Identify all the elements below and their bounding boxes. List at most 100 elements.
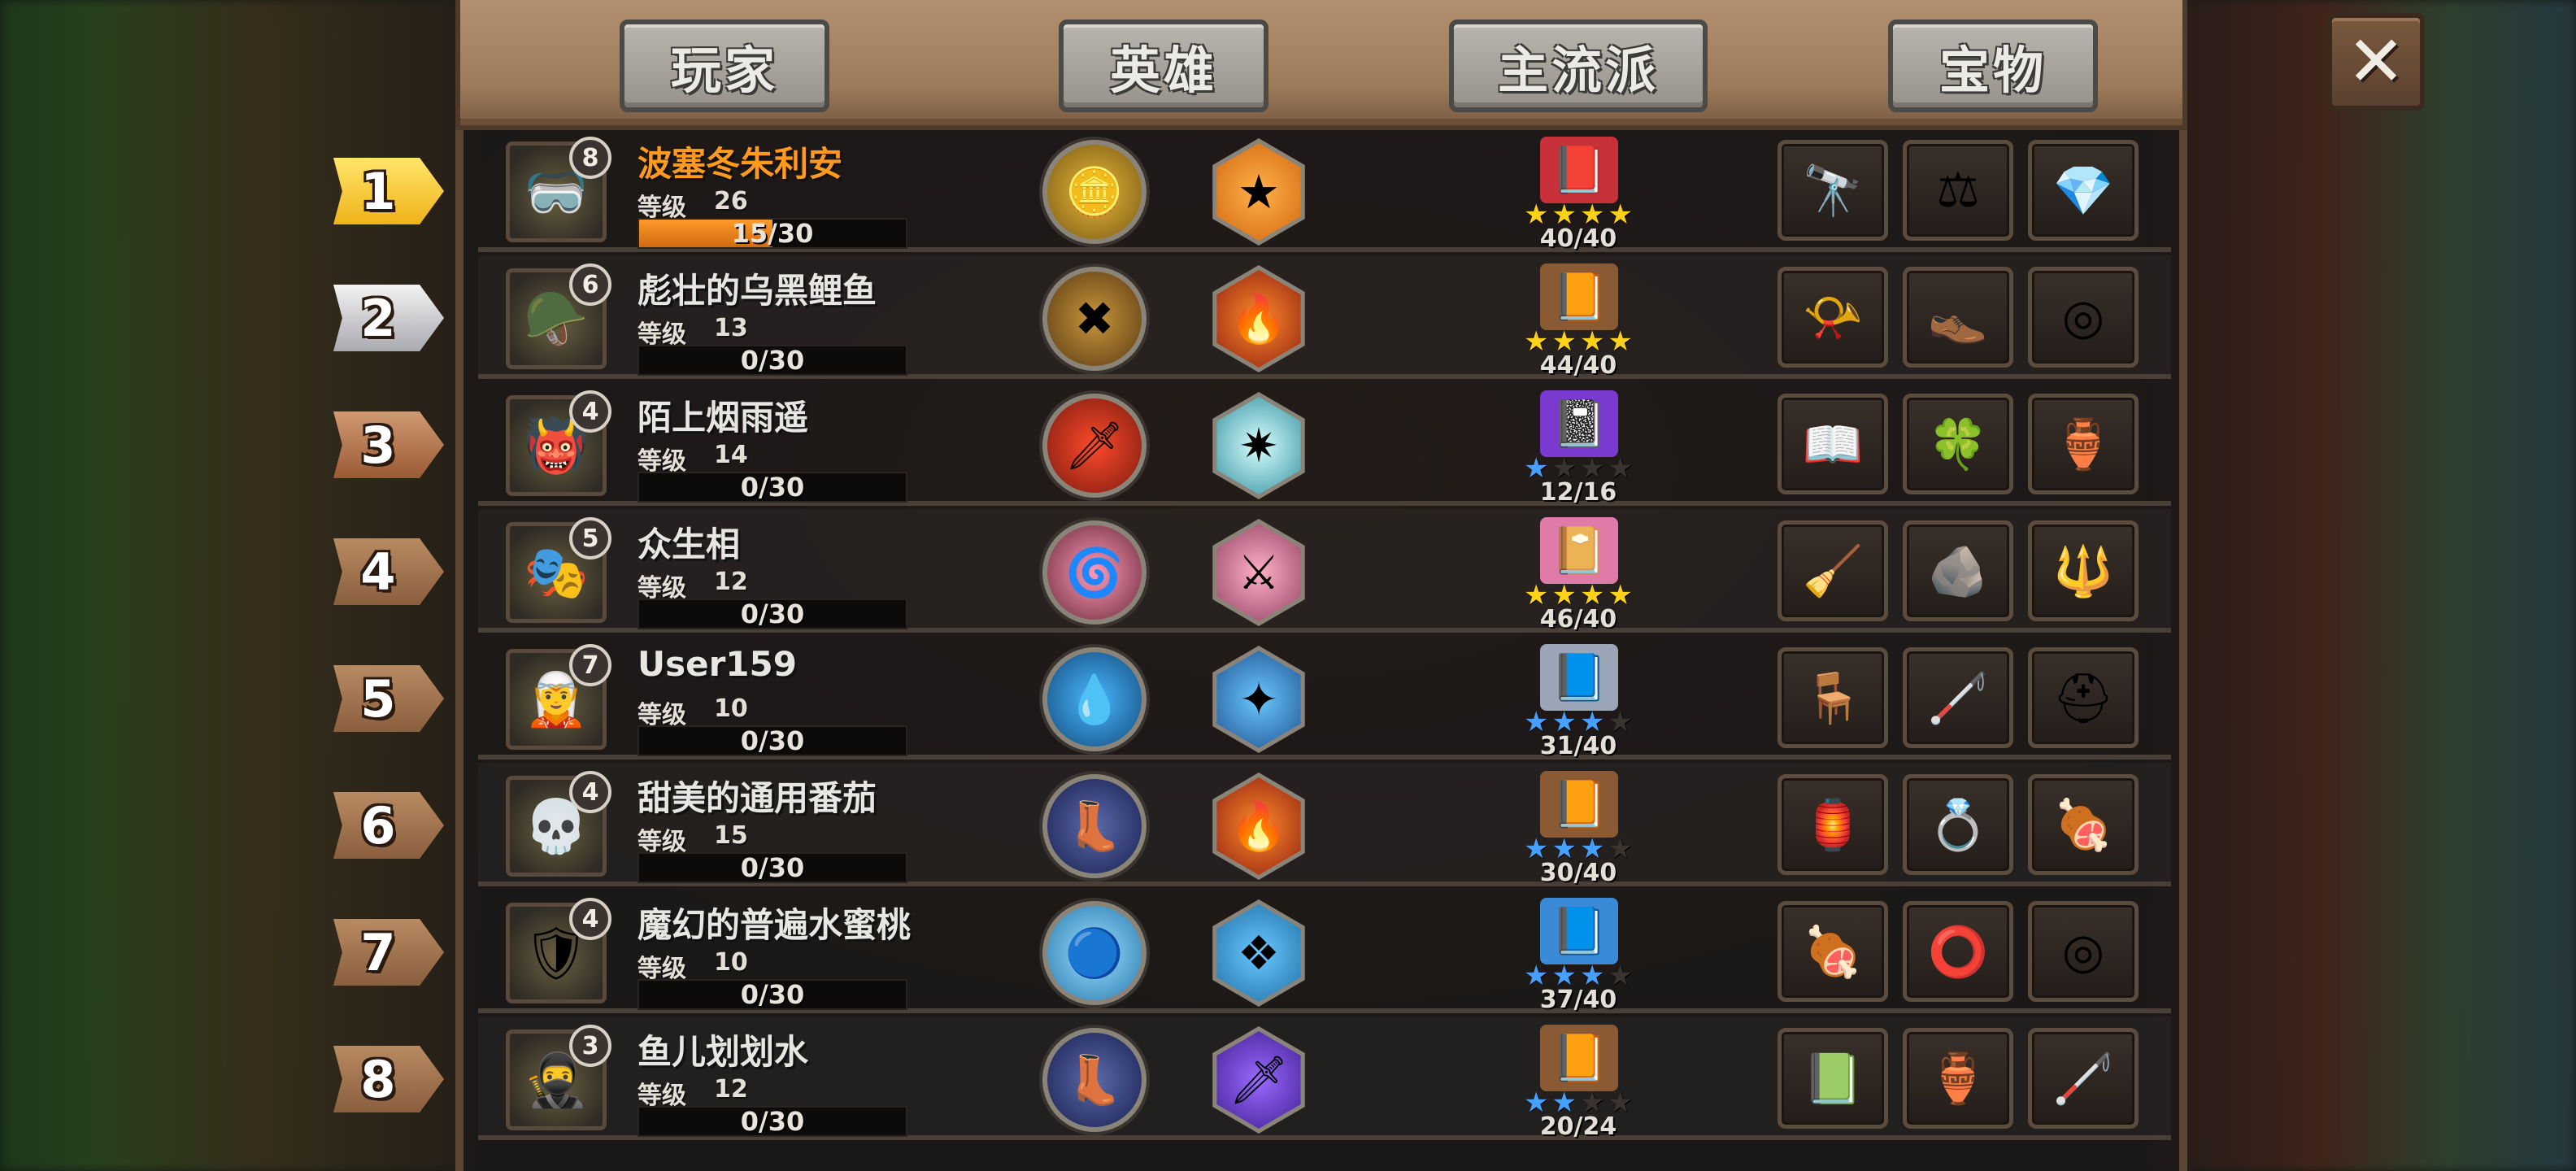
rank-badge: 6 [333,792,444,859]
crossed-wood-icon: ✖ [1074,291,1115,346]
xp-progress-text: 0/30 [740,345,805,376]
brown-book-icon: 📙 [1551,271,1608,324]
treasure-slot[interactable]: ⭕ [1903,901,2013,1002]
school-book[interactable]: 📕 [1540,137,1618,203]
ranking-row[interactable]: 🛡 4 魔幻的普遍水蜜桃 等级 10 0/30 🔵 ❖ 📘 ★ ★ ★ ★ 37/40 🍖 ⭕ ◎ [478,890,2171,1014]
ranking-row[interactable]: 🧝 7 User159 等级 10 0/30 💧 ✦ 📘 ★ ★ ★ ★ 31/40 🪑 🦯 ⛑ [478,636,2171,760]
player-name: 波塞冬朱利安 [637,144,843,184]
hero-skill-hex[interactable]: 🗡 [1212,1026,1305,1134]
treasure-slot[interactable]: 🔱 [2028,520,2139,621]
rank-badge: 7 [333,919,444,986]
tab-player[interactable]: 玩家 [620,20,829,112]
hero-skill-circle[interactable]: 👢 [1042,1028,1147,1132]
level-value: 10 [714,948,748,977]
meat-crate-icon: 🍖 [1802,923,1864,981]
ranking-row[interactable]: 👹 4 陌上烟雨遥 等级 14 0/30 🗡 ✷ 📓 ★ ★ ★ ★ 12/16 📖 🍀 🏺 [478,382,2171,507]
hero-skill-hex[interactable]: ✷ [1212,392,1305,499]
hero-skill-hex[interactable]: ★ [1212,138,1305,246]
school-count: 40/40 [1539,224,1617,253]
treasure-slot[interactable]: 🦯 [1903,647,2013,748]
hero-skill-circle[interactable]: 🗡 [1042,394,1147,498]
treasure-slot[interactable]: ⛑ [2028,647,2139,748]
treasure-slot[interactable]: 🦯 [2028,1028,2139,1129]
level-value: 26 [714,187,748,215]
staff-icon: 🦯 [1927,669,1989,727]
school-book[interactable]: 📔 [1540,517,1618,584]
close-icon: ✕ [2346,21,2406,102]
school-book[interactable]: 📙 [1540,1025,1618,1091]
rank-number: 7 [360,922,396,982]
treasure-slot[interactable]: 🍖 [1778,901,1888,1002]
ranking-row[interactable]: 🥷 3 鱼儿划划水 等级 12 0/30 👢 🗡 📙 ★ ★ ★ ★ 20/24 📗 🏺 🦯 [478,1016,2171,1141]
ice-crystal-icon: ❖ [1216,904,1301,1002]
tab-hero[interactable]: 英雄 [1059,20,1268,112]
treasure-slot[interactable]: 🏺 [2028,394,2139,494]
ranking-row[interactable]: 🪖 6 彪壮的乌黑鲤鱼 等级 13 0/30 ✖ 🔥 📙 ★ ★ ★ ★ 44/40 📯 👞 ◎ [478,255,2171,380]
treasure-slot[interactable]: 📯 [1778,267,1888,368]
school-count: 46/40 [1539,605,1617,633]
ranking-row[interactable]: 🥽 8 波塞冬朱利安 等级 26 15/30 🪙 ★ 📕 ★ ★ ★ ★ 40/40 🔭 ⚖ 💎 [478,128,2171,253]
treasure-slot[interactable]: 🍖 [2028,774,2139,875]
treasure-slot[interactable]: 🏺 [1903,1028,2013,1129]
xp-progress-bar: 0/30 [637,472,907,503]
hero-skill-hex[interactable]: ⚔ [1212,519,1305,626]
rank-badge: 4 [333,538,444,605]
treasure-slot[interactable]: 💎 [2028,140,2139,241]
hero-skill-hex[interactable]: 🔥 [1212,265,1305,372]
school-book[interactable]: 📓 [1540,390,1618,457]
hero-skill-circle[interactable]: 💧 [1042,647,1147,751]
silver-coin-icon: ◎ [2061,289,2105,346]
level-value: 12 [714,568,748,596]
school-book[interactable]: 📘 [1540,644,1618,711]
telescope-icon: 🔭 [1802,162,1864,220]
treasure-slot[interactable]: 📖 [1778,394,1888,494]
treasure-slot[interactable]: ◎ [2028,267,2139,368]
spear-icon: 🔱 [2052,542,2114,600]
treasure-slot[interactable]: 🪨 [1903,520,2013,621]
xp-progress-text: 0/30 [740,725,805,756]
ranking-row[interactable]: 💀 4 甜美的通用番茄 等级 15 0/30 👢 🔥 📙 ★ ★ ★ ★ 30/40 🏮 💍 🍖 [478,763,2171,887]
level-value: 13 [714,314,748,342]
hero-skill-circle[interactable]: 🔵 [1042,901,1147,1005]
treasure-slot[interactable]: 🏮 [1778,774,1888,875]
ring-icon: 💍 [1927,796,1989,854]
xp-progress-text: 15/30 [731,218,814,249]
hero-skill-circle[interactable]: 🪙 [1042,140,1147,244]
xp-progress-bar: 0/30 [637,599,907,629]
hero-skill-hex[interactable]: ✦ [1212,646,1305,753]
treasure-slot[interactable]: ◎ [2028,901,2139,1002]
treasure-slot[interactable]: 🍀 [1903,394,2013,494]
xp-progress-bar: 15/30 [637,218,907,249]
treasure-slot[interactable]: 🧹 [1778,520,1888,621]
xp-progress-text: 0/30 [740,852,805,883]
hero-skill-circle[interactable]: ✖ [1042,267,1147,371]
clover-icon: 🍀 [1927,416,1989,473]
hero-skill-hex[interactable]: 🔥 [1212,773,1305,880]
treasure-slot[interactable]: 👞 [1903,267,2013,368]
school-book[interactable]: 📙 [1540,771,1618,838]
green-book-icon: 📗 [1802,1050,1864,1108]
treasure-slot[interactable]: 📗 [1778,1028,1888,1129]
tab-main-school[interactable]: 主流派 [1449,20,1708,112]
rank-number: 4 [360,542,396,602]
xp-progress-text: 0/30 [740,599,805,629]
treasure-slot[interactable]: 🔭 [1778,140,1888,241]
player-level-badge: 5 [569,517,611,559]
broom-icon: 🧹 [1802,542,1864,600]
brown-book-icon: 📙 [1551,778,1608,831]
school-book[interactable]: 📘 [1540,898,1618,964]
treasure-slot[interactable]: ⚖ [1903,140,2013,241]
hero-skill-hex[interactable]: ❖ [1212,899,1305,1007]
hero-skill-circle[interactable]: 🌀 [1042,520,1147,625]
ice-spark-icon: ✷ [1216,397,1301,494]
treasure-slot[interactable]: 🪑 [1778,647,1888,748]
treasure-slot[interactable]: 💍 [1903,774,2013,875]
school-book[interactable]: 📙 [1540,263,1618,330]
tab-treasure[interactable]: 宝物 [1888,20,2098,112]
gold-coins-icon: 🪙 [1064,163,1125,220]
hero-skill-circle[interactable]: 👢 [1042,774,1147,878]
pink-vortex-icon: 🌀 [1064,544,1125,600]
player-name: 陌上烟雨遥 [637,398,809,437]
ranking-row[interactable]: 🎭 5 众生相 等级 12 0/30 🌀 ⚔ 📔 ★ ★ ★ ★ 46/40 🧹 🪨 🔱 [478,509,2171,633]
close-button[interactable]: ✕ [2327,13,2425,111]
